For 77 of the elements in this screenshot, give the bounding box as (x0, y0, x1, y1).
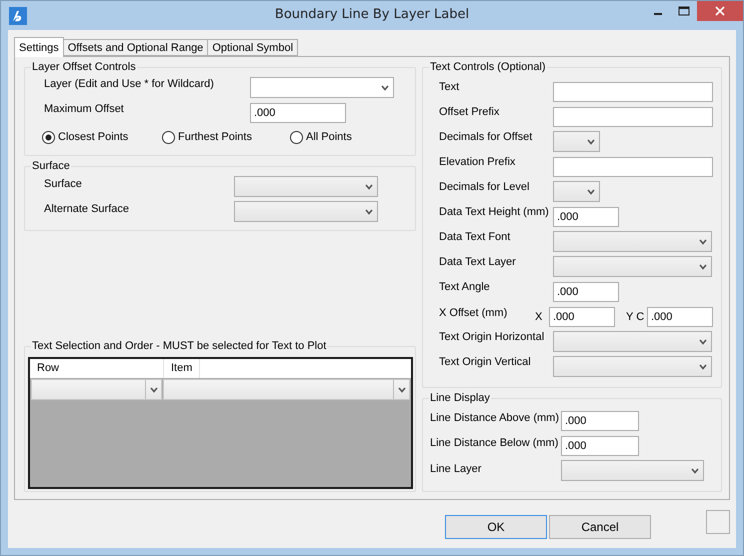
input-field[interactable]: .000 (553, 282, 619, 302)
dropdown[interactable] (561, 460, 704, 481)
field-label: Alternate Surface (44, 203, 130, 215)
input-field[interactable] (553, 82, 713, 102)
input-field[interactable] (553, 156, 713, 176)
field-label: Data Text Font (439, 231, 512, 243)
close-icon (715, 6, 725, 16)
field-label: Text Origin Horizontal (439, 331, 546, 343)
dropdown[interactable] (250, 77, 394, 98)
field-label: Line Layer (430, 463, 482, 475)
tab[interactable]: Optional Symbol (207, 39, 298, 56)
dropdown[interactable] (553, 331, 712, 352)
close-button[interactable] (697, 1, 743, 21)
dropdown[interactable] (553, 356, 712, 377)
minimize-icon (654, 13, 662, 15)
chevron-down-icon (365, 184, 373, 190)
chevron-down-icon (587, 138, 595, 144)
dialog-button[interactable]: Cancel (549, 515, 651, 539)
field-label: Decimals for Level (439, 181, 530, 193)
maximize-icon (678, 6, 690, 16)
input-field[interactable]: .000 (553, 206, 619, 226)
tab[interactable]: Offsets and Optional Range (62, 39, 208, 56)
input-field[interactable]: .000 (549, 306, 615, 326)
radio-option[interactable]: Closest Points (42, 130, 162, 144)
field-label: X Offset (mm) (439, 307, 508, 319)
chevron-down-icon (699, 338, 707, 344)
input-field[interactable]: .000 (647, 306, 713, 326)
dropdown[interactable] (553, 131, 600, 152)
column-header: Row (30, 359, 164, 378)
dropdown[interactable] (234, 176, 378, 197)
dialog-button[interactable]: OK (445, 515, 547, 539)
chevron-down-icon (381, 84, 389, 90)
chevron-down-icon (398, 386, 406, 392)
dropdown[interactable] (553, 231, 712, 252)
chevron-down-icon (365, 208, 373, 214)
field-label: Layer (Edit and Use * for Wildcard) (44, 78, 215, 90)
tab[interactable]: Settings (14, 37, 64, 57)
field-label: Maximum Offset (44, 103, 125, 115)
column-header: Item (164, 359, 200, 378)
field-label: X (535, 310, 544, 322)
field-label: Data Text Height (mm) (439, 206, 550, 218)
dropdown[interactable] (553, 256, 712, 277)
field-label: Text Origin Vertical (439, 356, 532, 368)
cell-dropdown[interactable] (163, 379, 410, 400)
field-label: Text Angle (439, 281, 491, 293)
chevron-down-icon (699, 238, 707, 244)
field-label: Surface (44, 178, 83, 190)
radio-option[interactable]: Furthest Points (162, 130, 290, 144)
chevron-down-icon (587, 188, 595, 194)
input-field[interactable]: .000 (250, 102, 346, 122)
chevron-down-icon (691, 468, 699, 474)
input-field[interactable] (553, 106, 713, 126)
dropdown[interactable] (234, 201, 378, 222)
app-logo-icon (9, 7, 27, 25)
field-label: Elevation Prefix (439, 156, 516, 168)
field-label: Text (439, 81, 460, 93)
chevron-down-icon (699, 364, 707, 370)
input-field[interactable]: .000 (561, 410, 639, 430)
field-label: Decimals for Offset (439, 131, 534, 143)
field-label: Data Text Layer (439, 256, 517, 268)
field-label: Line Distance Above (mm) (430, 412, 560, 424)
group-title: Text Controls (Optional) (429, 61, 547, 73)
group-title: Surface (31, 160, 71, 172)
input-field[interactable]: .000 (561, 436, 639, 456)
field-label: Y C (626, 310, 646, 322)
dropdown[interactable] (553, 181, 600, 202)
group-title: Line Display (429, 392, 491, 404)
cell-dropdown[interactable] (31, 379, 162, 400)
field-label: Offset Prefix (439, 106, 500, 118)
group-title: Text Selection and Order - MUST be selected for Text to Plot (31, 340, 328, 352)
window-title: Boundary Line By Layer Label (274, 7, 470, 22)
chevron-down-icon (150, 386, 158, 392)
radio-option[interactable]: All Points (290, 130, 390, 144)
blank-button[interactable] (706, 510, 730, 534)
chevron-down-icon (699, 264, 707, 270)
field-label: Line Distance Below (mm) (430, 437, 560, 449)
group-title: Layer Offset Controls (31, 61, 137, 73)
